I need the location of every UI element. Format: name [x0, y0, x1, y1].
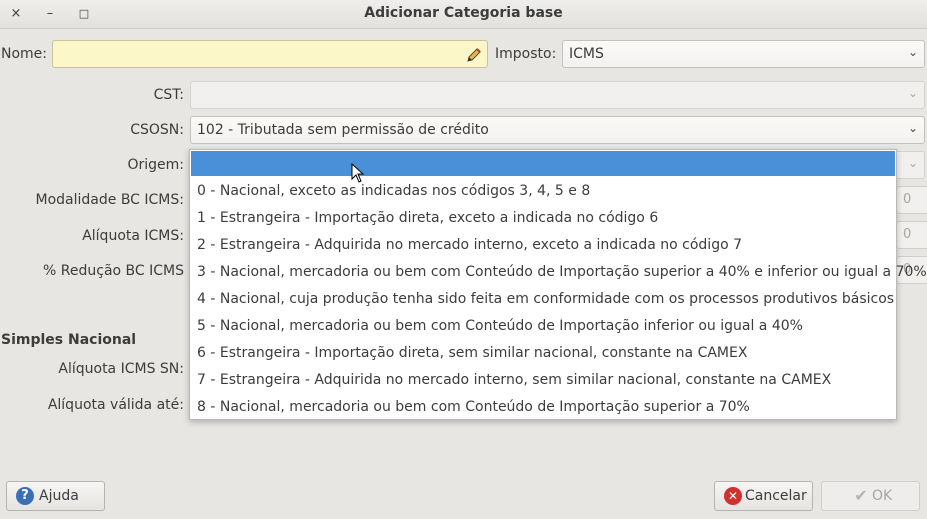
ok-button[interactable]: ✔ OK	[821, 481, 920, 511]
origem-option-4[interactable]: 4 - Nacional, cuja produção tenha sido f…	[197, 291, 894, 307]
imposto-value: ICMS	[569, 46, 604, 62]
cancel-button[interactable]: ✕ Cancelar	[714, 481, 813, 511]
origem-dropdown-list[interactable]: 0 - Nacional, exceto as indicadas nos có…	[189, 149, 927, 420]
cst-combo[interactable]: ⌄	[190, 81, 925, 109]
nome-label: Nome:	[1, 46, 48, 62]
title-bar: × – □ Adicionar Categoria base	[0, 0, 927, 29]
csosn-label: CSOSN:	[130, 122, 184, 138]
aliquota-sn-label: Alíquota ICMS SN:	[58, 361, 184, 377]
reducao-label: % Redução BC ICMS	[43, 263, 184, 279]
aliquota-field[interactable]: 0	[896, 221, 927, 249]
modalidade-label: Modalidade BC ICMS:	[35, 192, 184, 208]
origem-option-2[interactable]: 2 - Estrangeira - Adquirida no mercado i…	[197, 237, 742, 253]
window-title: Adicionar Categoria base	[364, 5, 563, 21]
chevron-down-icon: ⌄	[907, 156, 918, 170]
pencil-icon[interactable]	[465, 46, 483, 64]
origem-option-0[interactable]: 0 - Nacional, exceto as indicadas nos có…	[197, 183, 590, 199]
origem-option-1[interactable]: 1 - Estrangeira - Importação direta, exc…	[197, 210, 658, 226]
chevron-down-icon: ⌄	[907, 45, 918, 59]
origem-option-3[interactable]: 3 - Nacional, mercadoria ou bem com Cont…	[197, 264, 927, 280]
cst-label: CST:	[153, 87, 184, 103]
cancel-button-label: Cancelar	[745, 488, 807, 504]
help-button-label: Ajuda	[39, 488, 79, 504]
aliquota-valida-label: Alíquota válida até:	[47, 397, 184, 413]
aliquota-label: Alíquota ICMS:	[82, 228, 184, 244]
origem-option-7[interactable]: 7 - Estrangeira - Adquirida no mercado i…	[197, 372, 831, 388]
origem-option-6[interactable]: 6 - Estrangeira - Importação direta, sem…	[197, 345, 747, 361]
chevron-down-icon: ⌄	[907, 121, 918, 135]
nome-field[interactable]	[52, 40, 488, 68]
imposto-label: Imposto:	[495, 46, 557, 62]
help-icon: ?	[16, 487, 34, 505]
origem-option-5[interactable]: 5 - Nacional, mercadoria ou bem com Cont…	[197, 318, 803, 334]
mouse-cursor-icon	[351, 163, 365, 183]
ok-button-label: OK	[872, 488, 893, 504]
nome-input[interactable]	[53, 41, 487, 67]
imposto-combo[interactable]: ICMS ⌄	[562, 40, 925, 68]
csosn-combo[interactable]: 102 - Tributada sem permissão de crédito…	[190, 116, 925, 144]
chevron-down-icon: ⌄	[907, 86, 918, 100]
check-icon: ✔	[854, 486, 868, 505]
origem-label: Origem:	[127, 157, 184, 173]
origem-option-8[interactable]: 8 - Nacional, mercadoria ou bem com Cont…	[197, 399, 750, 415]
csosn-value: 102 - Tributada sem permissão de crédito	[197, 122, 489, 138]
cancel-icon: ✕	[724, 487, 742, 505]
help-button[interactable]: ? Ajuda	[6, 481, 105, 511]
modalidade-field[interactable]: 0	[896, 186, 927, 214]
origem-selected-empty-option[interactable]	[191, 151, 895, 176]
simples-nacional-title: Simples Nacional	[1, 332, 137, 348]
